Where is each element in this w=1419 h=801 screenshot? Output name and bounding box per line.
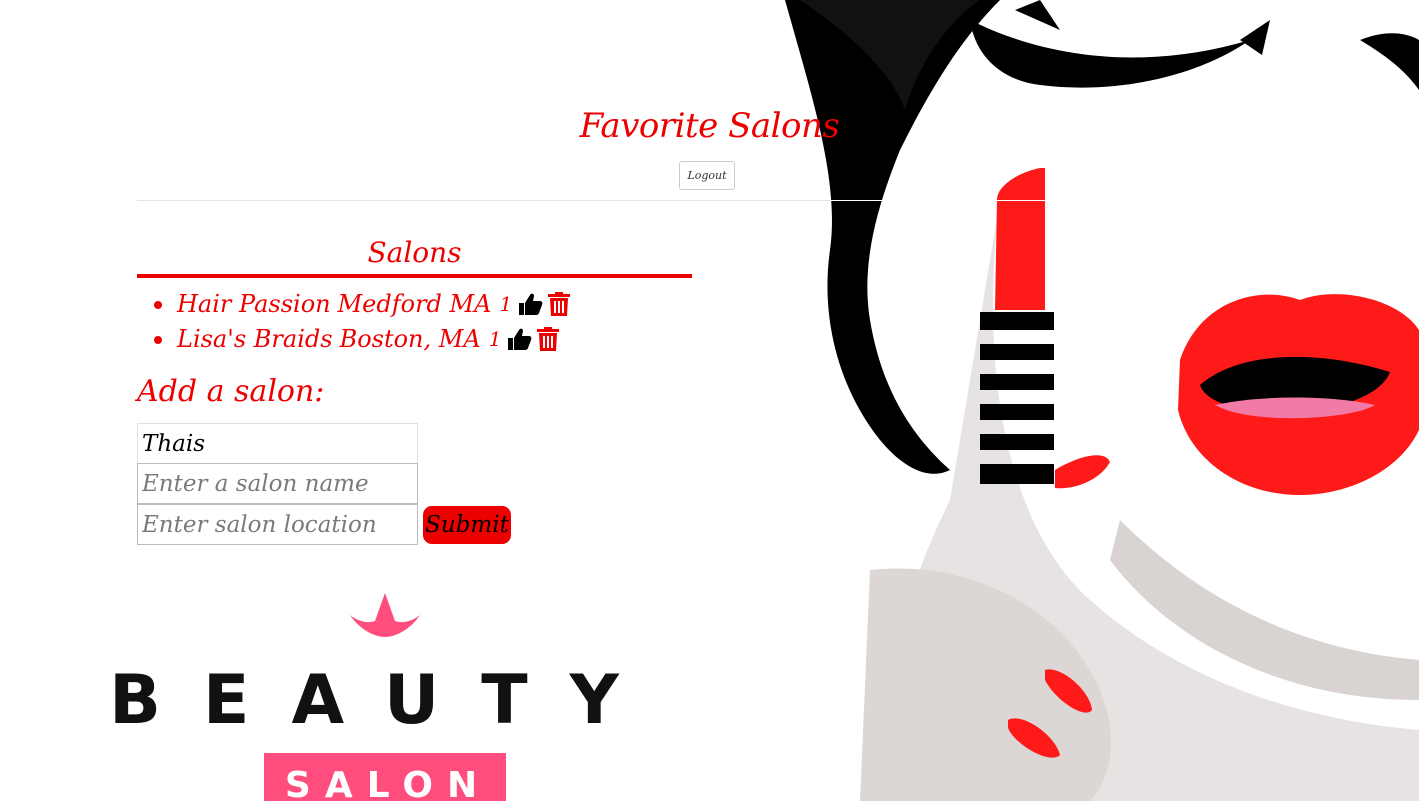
- submit-button[interactable]: Submit: [423, 506, 511, 544]
- like-count: 1: [499, 291, 513, 316]
- logo-word-salon: SALON: [285, 765, 491, 801]
- beauty-salon-logo: BEAUTY SALON: [109, 593, 661, 801]
- page: Favorite Salons Logout Salons Hair Passi…: [0, 0, 1419, 801]
- page-title: Favorite Salons: [579, 106, 840, 146]
- logout-button[interactable]: Logout: [679, 161, 735, 190]
- salon-location-input[interactable]: [137, 504, 418, 545]
- list-item: Lisa's Braids Boston, MA 1: [137, 321, 572, 356]
- header-divider-overlay: [830, 200, 1277, 201]
- salon-name-input[interactable]: [137, 463, 418, 504]
- salon-name: Lisa's Braids: [177, 324, 333, 353]
- trash-icon[interactable]: [535, 326, 561, 352]
- list-item: Hair Passion Medford MA 1: [137, 286, 572, 321]
- salon-location: Medford MA: [337, 289, 492, 318]
- thumbs-up-icon[interactable]: [518, 291, 544, 317]
- trash-icon[interactable]: [546, 291, 572, 317]
- bullet: [154, 336, 162, 344]
- like-count: 1: [488, 326, 502, 351]
- salon-list: Hair Passion Medford MA 1 Lisa's Braids …: [137, 286, 572, 356]
- salons-heading-underline: [137, 274, 692, 278]
- thumbs-up-icon[interactable]: [507, 326, 533, 352]
- bullet: [154, 301, 162, 309]
- salons-heading: Salons: [367, 236, 462, 269]
- salon-location: Boston, MA: [339, 324, 481, 353]
- add-salon-heading: Add a salon:: [137, 374, 325, 409]
- salon-name: Hair Passion: [177, 289, 331, 318]
- lotus-icon: [350, 593, 420, 637]
- logo-word-beauty: BEAUTY: [109, 661, 661, 740]
- name-input[interactable]: [137, 423, 418, 464]
